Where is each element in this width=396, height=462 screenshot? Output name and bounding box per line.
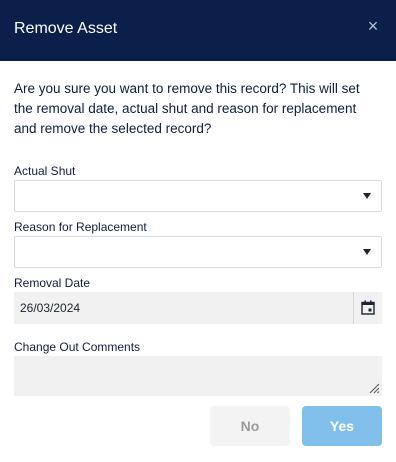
removal-date-value: 26/03/2024 — [20, 301, 81, 315]
comments-textarea[interactable] — [14, 356, 382, 396]
actual-shut-select[interactable] — [14, 180, 382, 212]
calendar-icon — [361, 300, 375, 315]
dialog-header: Remove Asset × — [0, 0, 396, 61]
resize-grip-icon[interactable] — [368, 382, 380, 394]
actual-shut-label: Actual Shut — [14, 164, 76, 178]
chevron-down-icon — [363, 193, 371, 199]
calendar-button[interactable] — [353, 292, 382, 324]
close-icon[interactable]: × — [366, 17, 380, 35]
comments-label: Change Out Comments — [14, 340, 141, 354]
removal-date-label: Removal Date — [14, 276, 91, 290]
no-button[interactable]: No — [210, 406, 290, 446]
remove-asset-dialog: Remove Asset × Are you sure you want to … — [0, 0, 396, 462]
chevron-down-icon — [363, 249, 371, 255]
confirmation-message: Are you sure you want to remove this rec… — [14, 81, 360, 136]
reason-label: Reason for Replacement — [14, 220, 147, 234]
yes-button[interactable]: Yes — [302, 406, 382, 446]
reason-select[interactable] — [14, 236, 382, 268]
removal-date-field[interactable]: 26/03/2024 — [14, 292, 382, 324]
dialog-title: Remove Asset — [14, 20, 118, 37]
